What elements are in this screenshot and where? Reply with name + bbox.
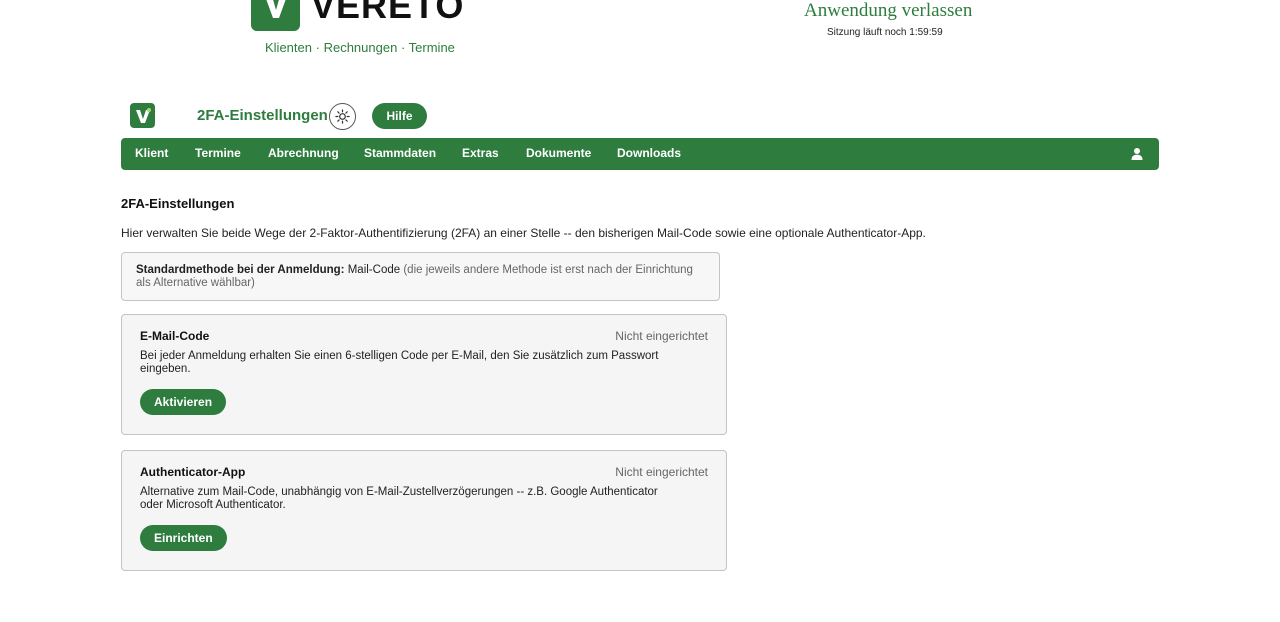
authenticator-status: Nicht eingerichtet xyxy=(615,465,708,479)
email-code-status: Nicht eingerichtet xyxy=(615,329,708,343)
nav-item-stammdaten[interactable]: Stammdaten xyxy=(364,138,436,170)
authenticator-title: Authenticator-App xyxy=(140,465,246,479)
session-timer: Sitzung läuft noch 1:59:59 xyxy=(827,27,943,38)
activate-email-button[interactable]: Aktivieren xyxy=(140,389,227,415)
email-code-description: Bei jeder Anmeldung erhalten Sie einen 6… xyxy=(140,350,659,375)
intro-text: Hier verwalten Sie beide Wege der 2-Fakt… xyxy=(121,226,926,240)
email-code-title: E-Mail-Code xyxy=(140,329,210,343)
nav-item-klient[interactable]: Klient xyxy=(135,138,168,170)
setup-authenticator-button[interactable]: Einrichten xyxy=(140,525,227,551)
theme-toggle-button[interactable] xyxy=(329,103,356,130)
brand-logo[interactable] xyxy=(251,0,300,31)
top-link-rechnungen[interactable]: Rechnungen xyxy=(324,40,398,55)
email-code-panel: E-Mail-Code Nicht eingerichtet Bei jeder… xyxy=(121,314,727,435)
default-method-box: Standardmethode bei der Anmeldung: Mail-… xyxy=(121,252,720,301)
sun-icon xyxy=(335,109,350,124)
main-nav: Klient Termine Abrechnung Stammdaten Ext… xyxy=(121,138,1159,170)
top-links: Klienten · Rechnungen · Termine xyxy=(265,40,455,55)
nav-item-extras[interactable]: Extras xyxy=(462,138,499,170)
logo-v-icon xyxy=(266,0,285,18)
link-separator: · xyxy=(400,40,406,55)
default-method-label: Standardmethode bei der Anmeldung: xyxy=(136,264,345,276)
app-logo[interactable] xyxy=(130,103,155,128)
default-method-text: Standardmethode bei der Anmeldung: Mail-… xyxy=(136,264,706,290)
page-title: 2FA-Einstellungen xyxy=(197,107,328,124)
nav-item-dokumente[interactable]: Dokumente xyxy=(526,138,591,170)
top-link-termine[interactable]: Termine xyxy=(409,40,455,55)
nav-item-termine[interactable]: Termine xyxy=(195,138,241,170)
nav-item-abrechnung[interactable]: Abrechnung xyxy=(268,138,339,170)
default-method-value: Mail-Code xyxy=(347,264,401,276)
authenticator-panel: Authenticator-App Nicht eingerichtet Alt… xyxy=(121,450,727,571)
user-icon xyxy=(1131,148,1143,160)
logo-v-icon xyxy=(135,107,151,123)
top-link-klienten[interactable]: Klienten xyxy=(265,40,312,55)
help-button[interactable]: Hilfe xyxy=(372,103,427,129)
brand-name: VERETO xyxy=(311,0,465,26)
exit-app-link[interactable]: Anwendung verlassen xyxy=(804,0,972,22)
user-menu-button[interactable] xyxy=(1129,146,1145,162)
authenticator-description: Alternative zum Mail-Code, unabhängig vo… xyxy=(140,486,658,511)
link-separator: · xyxy=(315,40,320,55)
section-heading: 2FA-Einstellungen xyxy=(121,196,235,211)
nav-item-downloads[interactable]: Downloads xyxy=(617,138,681,170)
